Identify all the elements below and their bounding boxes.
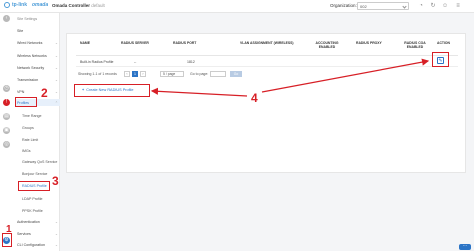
go-button[interactable]: Go [230, 71, 242, 77]
sidebar-item-services[interactable]: Services ⌄ [17, 232, 58, 236]
cell-radius-server: -- [134, 60, 137, 64]
chevron-down-icon: ⌄ [55, 220, 58, 224]
chevron-down-icon: ⌄ [55, 243, 58, 247]
app-title-suffix: default [91, 3, 105, 8]
column-header-radius-proxy: RADIUS PROXY [356, 41, 382, 45]
sidebar-item-imgs[interactable]: IMGs [22, 149, 31, 153]
chevron-up-icon: ⌃ [55, 101, 58, 105]
sidebar-item-gateway-qos[interactable]: Gateway QoS Service [22, 160, 57, 164]
column-header-vlan-assignment: VLAN ASSIGNMENT (WIRELESS) [240, 41, 294, 45]
alert-icon[interactable]: ! [3, 99, 10, 106]
sidebar-item-rate-limit[interactable]: Rate Limit [22, 138, 38, 142]
sidebar-item-transmission[interactable]: Transmission ⌄ [17, 78, 58, 82]
chevron-down-icon: ⌄ [55, 66, 58, 70]
sidebar-rail: ‹ ◷ ! ▤ ▣ ◎ ⚙ [0, 13, 14, 251]
sidebar-item-ldap-profile[interactable]: LDAP Profile [22, 197, 43, 201]
page-size-select[interactable]: 5 / page [160, 71, 184, 77]
sidebar-item-label: Wired Networks [17, 41, 43, 45]
sidebar-item-bonjour-service[interactable]: Bonjour Service [22, 172, 47, 176]
chevron-down-icon: ⌄ [55, 41, 58, 45]
tp-link-logo: tp-link [4, 2, 27, 8]
sidebar-item-label: Services [17, 232, 31, 236]
chevron-down-icon: ⌄ [55, 232, 58, 236]
sidebar-item-wired-networks[interactable]: Wired Networks ⌄ [17, 41, 58, 45]
insight-icon[interactable]: ◎ [3, 141, 10, 148]
chevron-down-icon: ⌄ [55, 54, 58, 58]
tp-link-logo-mark [4, 2, 10, 8]
step4-highlight-box [74, 84, 150, 97]
goto-page-label: Go to page: [190, 72, 209, 76]
stats-icon[interactable]: ▤ [3, 113, 10, 120]
app-title: Omada Controller default [52, 3, 105, 8]
sidebar-item-label: VPN [17, 90, 25, 94]
column-header-action: ACTION [437, 41, 450, 45]
column-header-radius-port: RADIUS PORT [173, 41, 197, 45]
sidebar-item-vpn[interactable]: VPN ⌄ [17, 90, 58, 94]
sidebar-item-authentication[interactable]: Authentication ⌄ [17, 220, 58, 224]
step1-highlight-box [2, 233, 12, 247]
sidebar-item-network-security[interactable]: Network Security ⌄ [17, 66, 58, 70]
sidebar-item-label: Wireless Networks [17, 54, 47, 58]
step4-number: 4 [251, 91, 258, 105]
step3-highlight-box [18, 181, 50, 191]
sidebar-item-label: Authentication [17, 220, 40, 224]
pager-page-1[interactable]: 1 [132, 71, 138, 77]
chevron-down-icon: ⌄ [55, 78, 58, 82]
sidebar-item-groups[interactable]: Groups [22, 126, 34, 130]
sidebar-item-label: Transmission [17, 78, 39, 82]
brand-text: tp-link [12, 2, 27, 8]
goto-page-input[interactable] [210, 71, 226, 77]
column-header-radius-coa-enabled: RADIUS COA ENABLED [404, 41, 426, 49]
app-title-text: Omada Controller [52, 3, 91, 8]
organization-select[interactable]: 002 [357, 2, 409, 10]
sidebar-item-ppsk-profile[interactable]: PPSK Profile [22, 209, 43, 213]
step1-number: 1 [6, 224, 12, 235]
column-header-accounting-enabled: ACCOUNTING ENABLED [315, 41, 339, 49]
back-icon[interactable]: ‹ [3, 15, 10, 22]
step5-highlight-box [432, 52, 449, 67]
sidebar-item-cli-configuration[interactable]: CLI Configuration ⌄ [17, 243, 58, 247]
more-options-button[interactable]: ··· [459, 244, 471, 250]
menu-icon[interactable]: ≡ [455, 3, 461, 9]
cell-radius-port: 1812 [187, 60, 195, 64]
pager-prev-button[interactable]: ‹ [124, 71, 130, 77]
devices-icon[interactable]: ▣ [3, 127, 10, 134]
organization-label: Organization: [330, 3, 357, 8]
pager-summary: Showing 1-1 of 1 records [78, 72, 117, 76]
step2-highlight-box [15, 97, 37, 107]
omada-logo: omada [32, 2, 49, 8]
sidebar-item-time-range[interactable]: Time Range [22, 114, 41, 118]
sidebar-item-label: CLI Configuration [17, 243, 45, 247]
refresh-icon[interactable]: ↻ [430, 3, 436, 9]
sidebar-item-wireless-networks[interactable]: Wireless Networks ⌄ [17, 54, 58, 58]
omada-controller-window: tp-link omada Omada Controller default O… [0, 0, 474, 251]
dashboard-icon[interactable]: ◷ [3, 85, 10, 92]
top-bar: tp-link omada Omada Controller default O… [0, 0, 474, 13]
chevron-down-icon: ⌄ [55, 90, 58, 94]
column-header-radius-server: RADIUS SERVER [121, 41, 149, 45]
step2-number: 2 [41, 86, 48, 100]
column-header-name: NAME [80, 41, 90, 45]
notification-icon[interactable]: ◔ [418, 3, 424, 9]
pager-next-button[interactable]: › [140, 71, 146, 77]
site-settings-heading: Site Settings [17, 17, 38, 21]
sidebar-item-label: Network Security [17, 66, 45, 70]
sidebar-item-site[interactable]: Site [17, 29, 23, 33]
user-icon[interactable]: ☺ [442, 3, 448, 9]
cell-name: Built-in Radius Profile [80, 60, 114, 64]
step3-number: 3 [52, 174, 59, 188]
